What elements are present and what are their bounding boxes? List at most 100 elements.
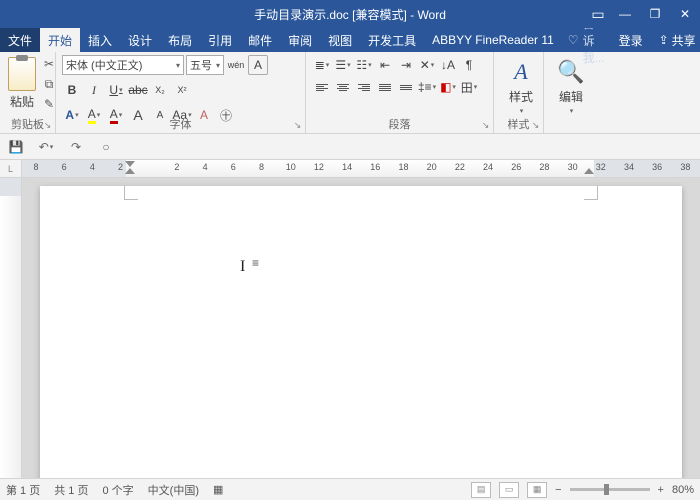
styles-icon: A (507, 58, 535, 86)
undo-button[interactable]: ↶▾ (36, 137, 56, 157)
subscript-button[interactable]: X₂ (150, 80, 170, 100)
zoom-level[interactable]: 80% (672, 484, 694, 496)
group-font: 宋体 (中文正文) ▾ 五号 ▾ wén A B I U▾ abc X₂ X² … (56, 52, 306, 133)
pilcrow-icon: ¶ (466, 58, 472, 72)
status-page[interactable]: 第 1 页 (6, 482, 40, 498)
increase-indent-button[interactable]: ⇥ (396, 55, 416, 75)
view-print-button[interactable]: ▭ (499, 482, 519, 498)
tab-stop-selector[interactable]: L (0, 160, 22, 177)
group-font-label: 字体 (56, 116, 305, 132)
tab-mail[interactable]: 邮件 (240, 28, 280, 52)
justify-button[interactable] (375, 77, 395, 97)
align-left-button[interactable] (312, 77, 332, 97)
distributed-icon (400, 85, 412, 90)
close-button[interactable]: ✕ (670, 0, 700, 28)
workspace: I ≡ (0, 178, 700, 482)
align-center-button[interactable] (333, 77, 353, 97)
font-size-combo[interactable]: 五号 ▾ (186, 55, 224, 75)
character-border-button[interactable]: A (248, 55, 268, 75)
outdent-icon: ⇤ (380, 58, 390, 72)
bold-button[interactable]: B (62, 80, 82, 100)
indent-icon: ⇥ (401, 58, 411, 72)
asian-layout-button[interactable]: ✕▾ (417, 55, 437, 75)
restore-button[interactable]: ❐ (640, 0, 670, 28)
phonetic-label: wén (228, 60, 245, 70)
status-words[interactable]: 0 个字 (102, 482, 133, 498)
window-title: 手动目录演示.doc [兼容模式] - Word (254, 6, 446, 23)
status-language[interactable]: 中文(中国) (148, 482, 199, 498)
vertical-ruler[interactable] (0, 178, 22, 482)
ribbon-options-icon[interactable]: ▭ (586, 0, 610, 28)
strikethrough-button[interactable]: abc (128, 80, 148, 100)
superscript-button[interactable]: X² (172, 80, 192, 100)
tab-file[interactable]: 文件 (0, 28, 40, 52)
view-web-button[interactable]: ▦ (527, 482, 547, 498)
underline-button[interactable]: U▾ (106, 80, 126, 100)
tab-devtools[interactable]: 开发工具 (360, 28, 424, 52)
zoom-slider[interactable] (570, 488, 650, 491)
tab-view[interactable]: 视图 (320, 28, 360, 52)
distributed-button[interactable] (396, 77, 416, 97)
zoom-out-button[interactable]: − (555, 484, 561, 496)
tab-home[interactable]: 开始 (40, 28, 80, 52)
paragraph-dialog-launcher[interactable]: ↘ (480, 120, 491, 131)
bullets-button[interactable]: ≣▾ (312, 55, 332, 75)
numbering-button[interactable]: ☰▾ (333, 55, 353, 75)
tell-me[interactable]: ♡ 告诉我... (562, 28, 611, 52)
font-name-combo[interactable]: 宋体 (中文正文) ▾ (62, 55, 184, 75)
clipboard-dialog-launcher[interactable]: ↘ (42, 120, 53, 131)
share-icon: ⇪ (659, 33, 669, 47)
multilevel-icon: ☷ (356, 58, 367, 72)
borders-button[interactable]: 田▾ (459, 77, 479, 97)
tab-review[interactable]: 审阅 (280, 28, 320, 52)
zoom-in-button[interactable]: + (658, 484, 664, 496)
share-button[interactable]: ⇪ 共享 (651, 28, 700, 52)
first-line-indent-marker[interactable] (125, 161, 135, 167)
hanging-indent-marker[interactable] (125, 168, 135, 174)
styles-dialog-launcher[interactable]: ↘ (530, 120, 541, 131)
chevron-down-icon[interactable]: ▾ (213, 61, 220, 70)
status-pages[interactable]: 共 1 页 (54, 482, 88, 498)
show-marks-button[interactable]: ¶ (459, 55, 479, 75)
align-left-icon (316, 84, 328, 91)
tab-layout[interactable]: 布局 (160, 28, 200, 52)
clipboard-icon (8, 57, 36, 91)
styles-button[interactable]: A 样式 ▾ (500, 54, 542, 115)
minimize-button[interactable]: — (610, 0, 640, 28)
paste-button[interactable]: 粘贴 (6, 54, 38, 112)
align-right-button[interactable] (354, 77, 374, 97)
line-spacing-button[interactable]: ‡≡▾ (417, 77, 437, 97)
repeat-button[interactable]: ○ (96, 137, 116, 157)
tab-insert[interactable]: 插入 (80, 28, 120, 52)
quick-access-toolbar: 💾 ↶▾ ↷ ○ (0, 134, 700, 160)
view-read-button[interactable]: ▤ (471, 482, 491, 498)
right-indent-marker[interactable] (584, 168, 594, 174)
shading-button[interactable]: ◧▾ (438, 77, 458, 97)
group-paragraph-label: 段落 (306, 116, 493, 132)
page[interactable]: I ≡ (40, 186, 682, 482)
tab-references[interactable]: 引用 (200, 28, 240, 52)
zoom-thumb[interactable] (604, 484, 609, 495)
font-dialog-launcher[interactable]: ↘ (292, 120, 303, 131)
editing-label: 编辑 (559, 88, 583, 105)
group-paragraph: ≣▾ ☰▾ ☷▾ ⇤ ⇥ ✕▾ ↓A ¶ ‡≡▾ ◧▾ 田▾ 段落 ↘ (306, 52, 494, 133)
char-border-label: A (254, 58, 262, 72)
italic-button[interactable]: I (84, 80, 104, 100)
chevron-down-icon[interactable]: ▾ (173, 61, 180, 70)
phonetic-guide-button[interactable]: wén (226, 55, 246, 75)
login-button[interactable]: 登录 (611, 28, 651, 52)
sort-button[interactable]: ↓A (438, 55, 458, 75)
tab-abbyy[interactable]: ABBYY FineReader 11 (424, 28, 562, 52)
multilevel-button[interactable]: ☷▾ (354, 55, 374, 75)
margin-corner-tr (584, 186, 598, 200)
paste-label: 粘贴 (10, 93, 34, 110)
decrease-indent-button[interactable]: ⇤ (375, 55, 395, 75)
horizontal-ruler[interactable]: 8642246810121416182022242628303234363842… (22, 160, 700, 177)
save-button[interactable]: 💾 (6, 137, 26, 157)
tab-design[interactable]: 设计 (120, 28, 160, 52)
document-area[interactable]: I ≡ (22, 178, 700, 482)
redo-button[interactable]: ↷ (66, 137, 86, 157)
status-bar: 第 1 页 共 1 页 0 个字 中文(中国) ▦ ▤ ▭ ▦ − + 80% (0, 478, 700, 500)
status-macro-icon[interactable]: ▦ (213, 483, 223, 496)
editing-button[interactable]: 🔍 编辑 ▾ (550, 54, 592, 115)
